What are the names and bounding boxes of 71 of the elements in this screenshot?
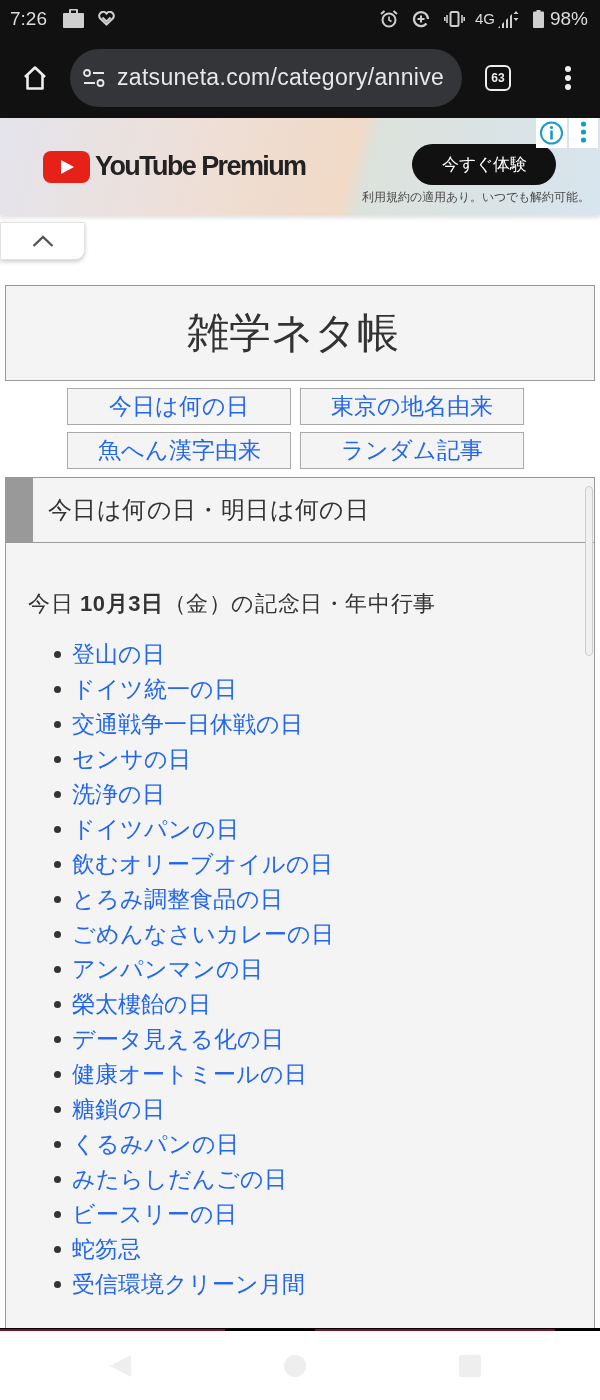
brand-name: YouTube Premium [95,153,306,180]
bullet-icon [54,1036,61,1043]
nav-link[interactable]: 今日は何の日 [67,388,291,425]
anniversary-link[interactable]: くるみパンの日 [72,1133,239,1156]
bullet-icon [54,1176,61,1183]
anniversary-link[interactable]: 登山の日 [72,643,165,666]
ad-banner[interactable]: YouTube Premium 今すぐ体験 利用規約の適用あり。いつでも解約可能。 [0,118,600,215]
ad-more-icon[interactable] [569,118,598,148]
section-heading: 今日は何の日・明日は何の日 [48,498,370,522]
anniversary-link[interactable]: 受信環境クリーン月間 [72,1273,305,1296]
bullet-icon [54,651,61,658]
address-bar[interactable]: zatsuneta.com/category/annive [70,48,462,107]
anniversary-link[interactable]: ドイツパンの日 [72,818,239,841]
nav-link[interactable]: 魚へん漢字由来 [67,432,291,469]
scrollbar-thumb[interactable] [585,486,593,656]
tune-icon [83,68,105,87]
anniversary-link[interactable]: みたらしだんごの日 [72,1168,287,1191]
chevron-up-icon [31,235,54,247]
network-type: 4G [474,11,495,26]
bullet-icon [54,1141,61,1148]
anniversary-link[interactable]: 蛇笏忌 [72,1238,141,1261]
anniversary-link[interactable]: センサの日 [72,748,191,771]
bullet-icon [54,756,61,763]
anniversary-link[interactable]: 飲むオリーブオイルの日 [72,853,333,876]
battery-icon [532,9,544,28]
bullet-icon [54,966,61,973]
more-icon[interactable] [563,65,573,90]
anniversary-link[interactable]: 榮太樓飴の日 [72,993,211,1016]
anniversary-link[interactable]: 健康オートミールの日 [72,1063,307,1086]
signal-icon [496,9,521,28]
bullet-icon [54,686,61,693]
anniversary-link[interactable]: ドイツ統一の日 [72,678,237,701]
try-now-button[interactable]: 今すぐ体験 [412,144,556,185]
bullet-icon [54,931,61,938]
anniversary-link[interactable]: 洗浄の日 [72,783,165,806]
briefcase-icon [63,9,84,28]
battery-level: 98% [549,9,588,28]
bullet-icon [54,1106,61,1113]
date-heading: 今日 10月3日（金）の記念日・年中行事 [28,590,436,618]
anniversary-link[interactable]: とろみ調整食品の日 [72,888,283,911]
bullet-icon [54,1281,61,1288]
bullet-icon [54,896,61,903]
anniversary-link[interactable]: データ見える化の日 [72,1028,284,1051]
info-icon[interactable] [536,118,567,148]
alarm-icon [379,9,398,28]
tab-count-button[interactable]: 63 [485,64,511,91]
home-icon[interactable] [22,64,48,91]
ad-disclaimer: 利用規約の適用あり。いつでも解約可能。 [362,191,590,203]
nav-link[interactable]: 東京の地名由来 [300,388,524,425]
site-title[interactable]: 雑学ネタ帳 [5,285,595,381]
nav-link[interactable]: ランダム記事 [300,432,524,469]
bullet-icon [54,826,61,833]
url-text: zatsuneta.com/category/annive [117,66,445,89]
bullet-icon [54,1246,61,1253]
bullet-icon [54,1071,61,1078]
data-saver-icon [411,9,430,28]
clock-time: 7:26 [10,9,47,28]
bullet-icon [54,1001,61,1008]
bullet-icon [54,1211,61,1218]
anniversary-link[interactable]: アンパンマンの日 [72,958,263,981]
vibrate-icon [443,10,465,27]
anniversary-link[interactable]: 交通戦争一日休戦の日 [72,713,303,736]
anniversary-link[interactable]: 糖鎖の日 [72,1098,165,1121]
bullet-icon [54,861,61,868]
heart-icon [98,11,115,26]
collapse-ad-button[interactable] [0,222,85,260]
anniversary-link[interactable]: ビースリーの日 [72,1203,237,1226]
anniversary-link[interactable]: ごめんなさいカレーの日 [72,923,334,946]
play-logo-icon [43,150,90,183]
bullet-icon [54,791,61,798]
bullet-icon [54,721,61,728]
